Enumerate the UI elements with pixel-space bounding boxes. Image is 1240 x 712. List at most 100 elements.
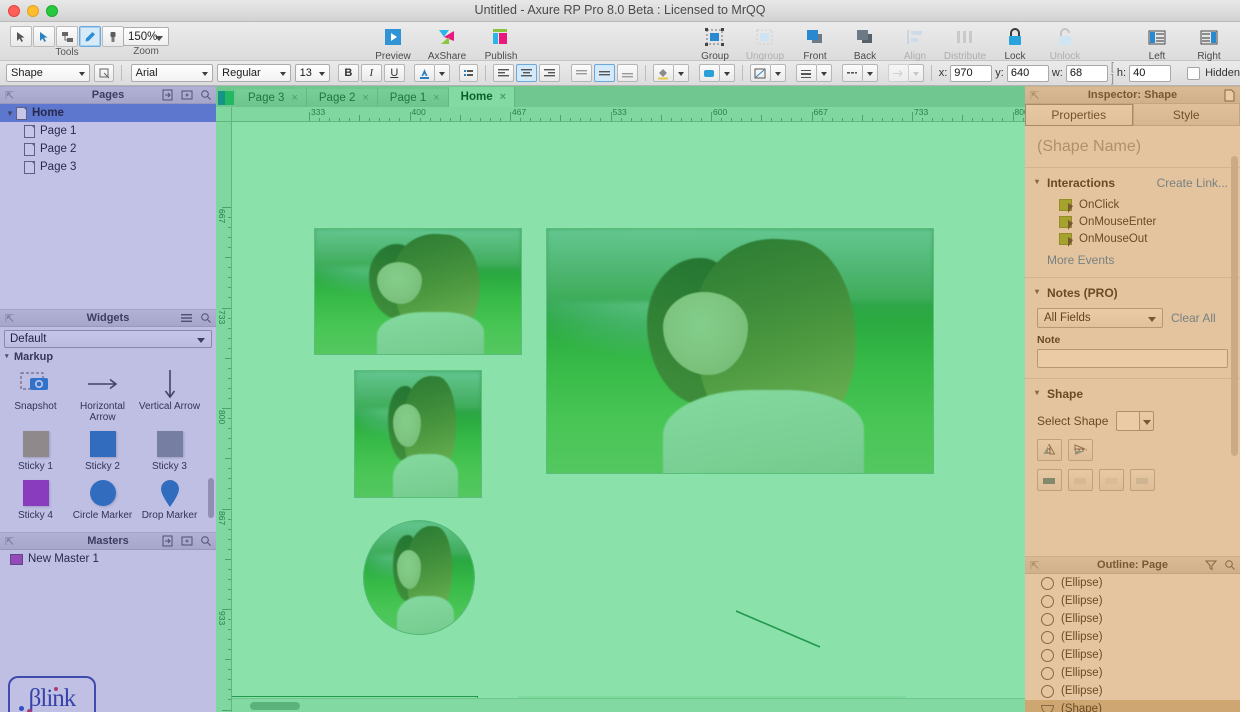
right-pane-toggle-button[interactable]: Right xyxy=(1186,26,1232,62)
masters-tree-item[interactable]: New Master 1 xyxy=(0,550,216,568)
shape-swatch[interactable] xyxy=(1116,411,1141,431)
notes-field-filter-select[interactable]: All Fields xyxy=(1037,308,1163,328)
connector-tool-button[interactable] xyxy=(56,26,78,47)
fill-color-button[interactable] xyxy=(652,64,674,82)
shape-title[interactable]: Shape xyxy=(1025,387,1240,401)
front-button[interactable]: Front xyxy=(792,26,838,62)
shape-swatch-dropdown[interactable] xyxy=(1140,411,1155,431)
photo-widget-circle[interactable] xyxy=(363,520,475,635)
event-row-onmouseout[interactable]: OnMouseOut xyxy=(1025,230,1240,247)
shape-preset-3-icon[interactable] xyxy=(1099,469,1124,491)
outline-item[interactable]: (Ellipse) xyxy=(1025,592,1240,610)
widgets-scrollbar[interactable] xyxy=(208,478,214,518)
lock-button[interactable]: Lock xyxy=(992,26,1038,62)
outline-item[interactable]: (Ellipse) xyxy=(1025,682,1240,700)
line-width-dropdown[interactable] xyxy=(816,64,832,82)
add-page-icon[interactable] xyxy=(161,89,174,102)
border-color-button[interactable] xyxy=(749,64,771,82)
design-canvas[interactable] xyxy=(232,122,1025,698)
widget-item-sticky-1[interactable]: Sticky 1 xyxy=(2,427,69,472)
axshare-button[interactable]: AxShare xyxy=(424,26,470,62)
style-select[interactable]: Shape xyxy=(6,64,91,82)
widget-item-circle-marker[interactable]: Circle Marker xyxy=(69,476,136,521)
pages-tree-item-page-2[interactable]: Page 2 xyxy=(0,140,216,158)
hidden-checkbox[interactable] xyxy=(1187,66,1201,80)
page-icon[interactable] xyxy=(1223,89,1236,102)
shape-preset-1-icon[interactable] xyxy=(1037,469,1062,491)
scrollbar-thumb[interactable] xyxy=(250,702,300,710)
add-master-icon[interactable] xyxy=(161,535,174,548)
valign-top-button[interactable] xyxy=(571,64,593,82)
page-tab-page-3[interactable]: Page 3 × xyxy=(236,88,307,107)
valign-middle-button[interactable] xyxy=(594,64,616,82)
widget-item-snapshot[interactable]: Snapshot xyxy=(2,367,69,423)
align-right-button[interactable] xyxy=(539,64,561,82)
clear-all-button[interactable]: Clear All xyxy=(1171,311,1216,325)
hidden-toggle[interactable]: Hidden xyxy=(1187,66,1240,80)
line-width-button[interactable] xyxy=(795,64,817,82)
expand-arrow-icon[interactable]: ▼ xyxy=(6,109,16,118)
unlock-button[interactable]: Unlock xyxy=(1042,26,1088,62)
outline-item[interactable]: (Ellipse) xyxy=(1025,646,1240,664)
italic-button[interactable]: I xyxy=(360,64,382,82)
horizontal-ruler[interactable]: 333400467533600667733800867 xyxy=(232,107,1025,122)
event-row-onclick[interactable]: OnClick xyxy=(1025,196,1240,213)
shape-preset-2-icon[interactable] xyxy=(1068,469,1093,491)
arrow-style-dropdown[interactable] xyxy=(908,64,924,82)
vertical-ruler[interactable]: 6677338008679331000 xyxy=(216,122,232,712)
widget-group-label[interactable]: Markup xyxy=(0,351,216,363)
notes-title[interactable]: Notes (PRO) xyxy=(1025,286,1240,300)
font-color-button[interactable] xyxy=(413,64,435,82)
border-color-dropdown[interactable] xyxy=(770,64,786,82)
note-input[interactable] xyxy=(1037,349,1228,368)
close-icon[interactable]: × xyxy=(500,91,506,103)
interactions-title[interactable]: Interactions xyxy=(1025,176,1115,190)
outline-item[interactable]: (Ellipse) xyxy=(1025,628,1240,646)
ungroup-button[interactable]: Ungroup xyxy=(742,26,788,62)
arrow-style-button[interactable] xyxy=(887,64,909,82)
page-tab-page-1[interactable]: Page 1 × xyxy=(377,88,449,107)
w-input[interactable] xyxy=(1065,64,1108,82)
widget-item-vertical-arrow[interactable]: Vertical Arrow xyxy=(136,367,203,423)
align-center-button[interactable] xyxy=(516,64,538,82)
line-style-button[interactable] xyxy=(841,64,863,82)
diagonal-line-shape[interactable] xyxy=(732,607,824,651)
add-folder-icon[interactable] xyxy=(180,89,193,102)
align-left-button[interactable] xyxy=(493,64,515,82)
search-icon[interactable] xyxy=(199,312,212,325)
widget-item-sticky-2[interactable]: Sticky 2 xyxy=(69,427,136,472)
add-folder-icon[interactable] xyxy=(180,535,193,548)
close-icon[interactable]: × xyxy=(433,92,439,104)
pages-tree-item-home[interactable]: ▼ Home xyxy=(0,104,216,122)
x-input[interactable] xyxy=(950,64,993,82)
tab-style[interactable]: Style xyxy=(1132,104,1240,126)
fill-color-dropdown[interactable] xyxy=(673,64,689,82)
event-row-onmouseenter[interactable]: OnMouseEnter xyxy=(1025,213,1240,230)
outline-item[interactable]: (Ellipse) xyxy=(1025,664,1240,682)
style-picker-button[interactable] xyxy=(94,64,114,82)
format-painter-button[interactable] xyxy=(102,26,124,47)
font-size-select[interactable]: 13 xyxy=(294,64,330,82)
bullet-list-button[interactable] xyxy=(458,64,479,82)
point-tool-button[interactable] xyxy=(33,26,55,47)
font-color-dropdown[interactable] xyxy=(434,64,450,82)
flip-vertical-icon[interactable] xyxy=(1068,439,1093,461)
shape-style-dropdown[interactable] xyxy=(719,64,735,82)
inspector-scrollbar[interactable] xyxy=(1231,156,1238,456)
more-events-button[interactable]: More Events xyxy=(1025,253,1240,267)
pages-tree-item-page-3[interactable]: Page 3 xyxy=(0,158,216,176)
search-icon[interactable] xyxy=(1223,559,1236,572)
tab-properties[interactable]: Properties xyxy=(1025,104,1133,126)
photo-widget-hero[interactable] xyxy=(546,228,934,474)
filter-icon[interactable] xyxy=(1204,559,1217,572)
left-pane-toggle-button[interactable]: Left xyxy=(1134,26,1180,62)
publish-button[interactable]: Publish xyxy=(478,26,524,62)
canvas-horizontal-scrollbar[interactable] xyxy=(232,698,1025,712)
photo-widget-medium[interactable] xyxy=(354,370,482,498)
close-icon[interactable]: × xyxy=(362,92,368,104)
widget-item-horizontal-arrow[interactable]: Horizontal Arrow xyxy=(69,367,136,423)
widget-library-select[interactable]: Default xyxy=(4,330,212,348)
pages-tree-item-page-1[interactable]: Page 1 xyxy=(0,122,216,140)
widget-item-sticky-3[interactable]: Sticky 3 xyxy=(136,427,203,472)
create-link-button[interactable]: Create Link... xyxy=(1157,176,1228,190)
